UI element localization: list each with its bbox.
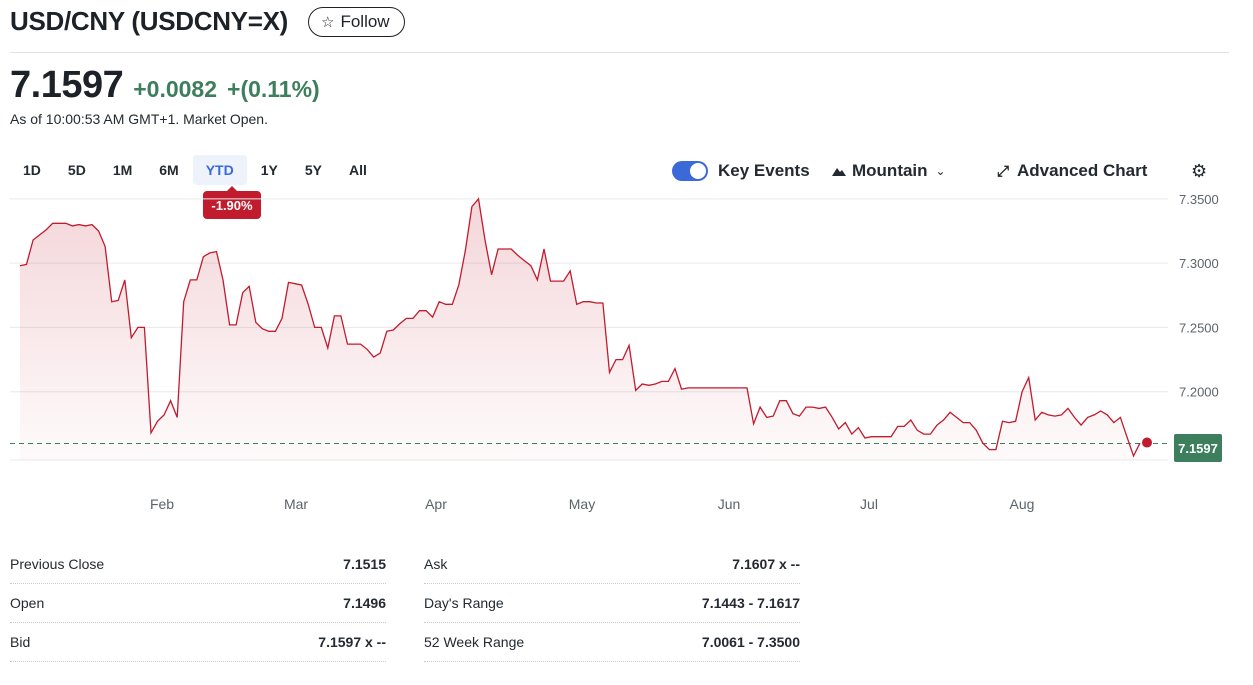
x-tick-label: Mar	[284, 496, 308, 512]
stats-right-column: Ask 7.1607 x -- Day's Range 7.1443 - 7.1617…	[424, 545, 800, 662]
range-tab-ytd[interactable]: YTD	[192, 155, 247, 185]
chevron-down-icon: ⌄	[935, 164, 946, 178]
x-tick-label: Aug	[1010, 496, 1035, 512]
chart-type-dropdown[interactable]: Mountain ⌄	[832, 158, 946, 184]
stat-row: Bid 7.1597 x --	[10, 623, 386, 662]
price-change-percent: +(0.11%)	[227, 76, 320, 102]
y-tick-label: 7.2500	[1179, 320, 1219, 335]
stat-label: Previous Close	[10, 556, 105, 572]
range-tab-6m[interactable]: 6M	[146, 155, 191, 185]
range-tab-1m[interactable]: 1M	[100, 155, 145, 185]
gear-icon: ⚙	[1191, 160, 1208, 181]
y-tick-label: 7.3500	[1179, 195, 1219, 207]
chart-type-label: Mountain	[852, 161, 928, 180]
stat-value: 7.1496	[343, 595, 386, 611]
stat-value: 7.1607 x --	[732, 556, 800, 572]
stat-label: Ask	[424, 556, 448, 572]
follow-button[interactable]: ☆ Follow	[308, 6, 405, 37]
stat-label: Bid	[10, 634, 31, 650]
range-tab-1d[interactable]: 1D	[10, 155, 54, 185]
advanced-chart-label: Advanced Chart	[1017, 161, 1148, 180]
last-price-dot	[1142, 437, 1152, 448]
advanced-chart-button[interactable]: ⤢ Advanced Chart	[997, 158, 1147, 184]
stat-value: 7.1443 - 7.1617	[701, 595, 800, 611]
x-tick-label: Jun	[718, 496, 741, 512]
expand-arrows-icon: ⤢	[997, 162, 1010, 180]
stat-label: Day's Range	[424, 595, 504, 611]
range-tab-all[interactable]: All	[336, 155, 380, 185]
stat-label: 52 Week Range	[424, 634, 525, 650]
x-tick-label: Jul	[860, 496, 878, 512]
page-title: USD/CNY (USDCNY=X)	[10, 6, 288, 36]
stat-value: 7.1597 x --	[318, 634, 386, 650]
x-tick-label: May	[569, 496, 595, 512]
mountain-icon	[832, 168, 846, 176]
quote-header: USD/CNY (USDCNY=X) ☆ Follow	[10, 6, 405, 37]
stat-label: Open	[10, 595, 45, 611]
quote-price-row: 7.1597 +0.0082 +(0.11%)	[10, 64, 320, 107]
x-tick-label: Apr	[425, 496, 447, 512]
price-chart[interactable]: 7.3500 7.3000 7.2500 7.2000 Feb Mar Apr May Jun J…	[0, 195, 1253, 525]
toggle-knob	[690, 163, 706, 179]
header-divider	[10, 52, 1229, 53]
key-events-control[interactable]: Key Events	[672, 158, 810, 184]
key-events-toggle[interactable]	[672, 161, 708, 181]
x-tick-label: Feb	[150, 496, 174, 512]
price-area-fill	[20, 198, 1140, 460]
stat-row: Ask 7.1607 x --	[424, 545, 800, 584]
stat-row: Previous Close 7.1515	[10, 545, 386, 584]
current-price-tag: 7.1597	[1174, 434, 1222, 462]
follow-label: Follow	[340, 11, 390, 31]
range-tabs: 1D 5D 1M 6M YTD 1Y 5Y All	[10, 155, 381, 185]
stat-row: 52 Week Range 7.0061 - 7.3500	[424, 623, 800, 662]
market-timestamp: As of 10:00:53 AM GMT+1. Market Open.	[10, 111, 268, 127]
stat-value: 7.0061 - 7.3500	[701, 634, 800, 650]
price-change: +0.0082	[133, 76, 218, 102]
y-tick-label: 7.3000	[1179, 256, 1219, 271]
range-tab-1y[interactable]: 1Y	[248, 155, 291, 185]
range-tab-5y[interactable]: 5Y	[292, 155, 335, 185]
current-price: 7.1597	[10, 64, 124, 106]
stat-value: 7.1515	[343, 556, 386, 572]
stat-row: Day's Range 7.1443 - 7.1617	[424, 584, 800, 623]
y-tick-label: 7.2000	[1179, 385, 1219, 400]
chart-settings-button[interactable]: ⚙	[1191, 158, 1207, 184]
star-outline-icon: ☆	[321, 13, 335, 31]
stats-left-column: Previous Close 7.1515 Open 7.1496 Bid 7.1597 …	[10, 545, 386, 662]
key-events-label: Key Events	[718, 161, 810, 180]
range-tab-5d[interactable]: 5D	[55, 155, 99, 185]
stat-row: Open 7.1496	[10, 584, 386, 623]
